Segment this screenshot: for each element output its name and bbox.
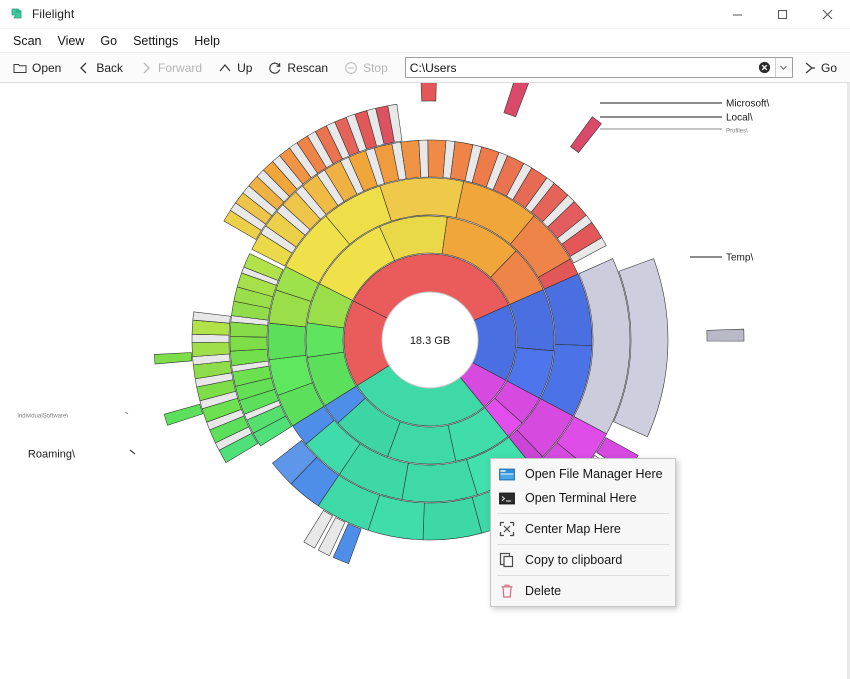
context-menu-separator-1	[497, 513, 669, 514]
filelight-sunburst-chart[interactable]: 18.3 GB Microsoft\ Local\ Profiles\ Temp\ Ro…	[0, 83, 850, 679]
menu-view[interactable]: View	[50, 32, 93, 50]
toolbar: Open Back Forward Up Rescan Stop C:\User…	[0, 52, 850, 83]
stop-button: Stop	[337, 58, 395, 78]
label-individualsoftware: IndividualSoftware\	[17, 414, 68, 420]
ctx-open-terminal-label: Open Terminal Here	[525, 491, 637, 505]
segment-r6-spike-right-1[interactable]	[420, 83, 437, 102]
terminal-icon	[499, 490, 515, 506]
ctx-delete[interactable]: Delete	[491, 579, 675, 603]
segment-green-2[interactable]	[305, 322, 345, 358]
segment-r6-spike-left-2[interactable]	[154, 352, 193, 365]
minimize-button[interactable]	[715, 0, 760, 29]
center-map-icon	[499, 521, 515, 537]
refresh-icon	[268, 61, 282, 75]
stop-icon	[344, 61, 358, 75]
chevron-right-icon	[139, 61, 153, 75]
segment-r6-spike-left-1[interactable]	[163, 403, 204, 426]
rescan-button-label: Rescan	[287, 60, 329, 75]
label-microsoft: Microsoft\	[726, 99, 770, 110]
ctx-open-terminal[interactable]: Open Terminal Here	[491, 486, 675, 510]
filelight-window: Filelight Scan View Go Settings Help Ope…	[0, 0, 850, 679]
segment-r3-teal-2[interactable]	[401, 459, 478, 503]
label-local: Local\	[726, 113, 753, 124]
leader-line-4	[129, 449, 136, 455]
segment-r4-teal-3[interactable]	[422, 497, 483, 541]
segment-r7-spike-bottom[interactable]	[706, 328, 745, 342]
ctx-center-map-label: Center Map Here	[525, 522, 621, 536]
segment-r5-green-file-5[interactable]	[191, 333, 230, 343]
file-manager-icon	[499, 466, 515, 482]
menu-go[interactable]: Go	[92, 32, 125, 50]
chart-center[interactable]: 18.3 GB	[381, 291, 479, 389]
chevron-up-icon	[218, 61, 232, 75]
ctx-copy-clipboard-label: Copy to clipboard	[525, 553, 623, 567]
clear-address-icon[interactable]	[756, 59, 773, 76]
back-button[interactable]: Back	[70, 58, 130, 78]
title-bar: Filelight	[0, 0, 850, 29]
menu-settings[interactable]: Settings	[125, 32, 186, 50]
open-button[interactable]: Open	[6, 58, 68, 78]
ctx-open-file-manager[interactable]: Open File Manager Here	[491, 462, 675, 486]
filelight-app-icon	[9, 6, 25, 22]
menu-scan[interactable]: Scan	[5, 32, 50, 50]
rescan-button[interactable]: Rescan	[261, 58, 335, 78]
stop-button-label: Stop	[363, 60, 388, 75]
back-button-label: Back	[96, 60, 124, 75]
up-button-label: Up	[237, 60, 253, 75]
segment-r3-gold[interactable]	[379, 177, 465, 222]
trash-icon	[499, 583, 515, 599]
maximize-button[interactable]	[760, 0, 805, 29]
window-title: Filelight	[32, 7, 75, 21]
label-profiles: Profiles\	[726, 129, 748, 135]
context-menu[interactable]: Open File Manager Here Open Terminal Her…	[490, 458, 676, 607]
segment-r3-green-3[interactable]	[267, 322, 307, 361]
open-button-label: Open	[32, 60, 62, 75]
forward-button-label: Forward	[158, 60, 203, 75]
segment-r5-green-spike-5[interactable]	[191, 341, 230, 357]
ctx-delete-label: Delete	[525, 584, 562, 598]
menu-bar: Scan View Go Settings Help	[0, 29, 850, 52]
segment-r6-spike-right-2[interactable]	[503, 83, 529, 118]
ctx-copy-clipboard[interactable]: Copy to clipboard	[491, 548, 675, 572]
copy-icon	[499, 552, 515, 568]
center-total-label: 18.3 GB	[410, 335, 450, 347]
menu-help[interactable]: Help	[186, 32, 228, 50]
label-temp: Temp\	[726, 253, 753, 264]
label-roaming: Roaming\	[28, 449, 76, 461]
go-button-label: Go	[820, 60, 837, 75]
address-dropdown-icon[interactable]	[774, 58, 792, 77]
context-menu-separator-3	[497, 575, 669, 576]
go-arrow-icon	[803, 61, 817, 75]
folder-open-icon	[13, 61, 27, 75]
go-button[interactable]: Go	[799, 58, 844, 78]
ctx-center-map[interactable]: Center Map Here	[491, 517, 675, 541]
window-controls	[715, 0, 850, 29]
segment-r4-green-6[interactable]	[229, 336, 268, 352]
radial-map-canvas[interactable]: 18.3 GB Microsoft\ Local\ Profiles\ Temp\ Ro…	[0, 83, 850, 679]
address-bar[interactable]	[404, 57, 793, 78]
segment-r6-spike-right-3[interactable]	[570, 116, 602, 154]
up-button[interactable]: Up	[211, 58, 259, 78]
leader-line-5	[124, 411, 129, 415]
context-menu-separator-2	[497, 544, 669, 545]
chevron-left-icon	[77, 61, 91, 75]
address-input[interactable]	[405, 58, 756, 77]
forward-button: Forward	[132, 58, 209, 78]
close-button[interactable]	[805, 0, 850, 29]
ctx-open-file-manager-label: Open File Manager Here	[525, 467, 663, 481]
